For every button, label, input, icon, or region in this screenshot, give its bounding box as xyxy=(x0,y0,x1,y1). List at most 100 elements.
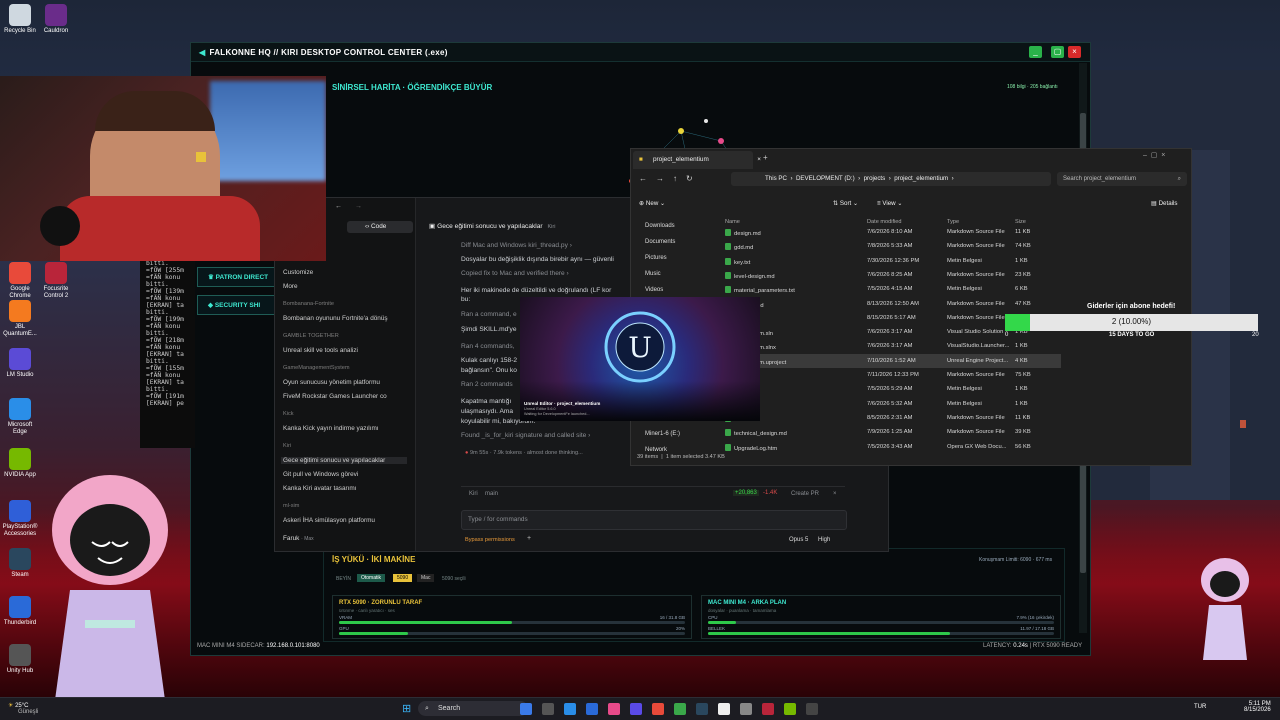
taskbar-app-icon[interactable] xyxy=(564,703,576,715)
close-button[interactable]: × xyxy=(1068,46,1081,58)
taskbar-app-icon[interactable] xyxy=(806,703,818,715)
taskbar-app-icon[interactable] xyxy=(718,703,730,715)
address-bar[interactable]: This PC › DEVELOPMENT (D:) › projects › … xyxy=(731,172,1051,186)
desktop-icon[interactable]: Focusrite Control 2 xyxy=(36,262,76,300)
window-controls[interactable]: – ▢ × xyxy=(1143,151,1165,159)
desktop-icon-label: Microsoft Edge xyxy=(7,422,33,435)
taskbar-app-icon[interactable] xyxy=(586,703,598,715)
patron-direct-button[interactable]: ♛ PATRON DIRECT xyxy=(197,267,279,287)
file-row[interactable]: .md7/11/2026 12:33 PMMarkdown Source Fil… xyxy=(721,368,1061,382)
taskbar-app-icon[interactable] xyxy=(652,703,664,715)
file-row[interactable]: search.txt7/5/2026 5:29 AMMetin Belgesi1… xyxy=(721,382,1061,396)
file-name: UpgradeLog.htm xyxy=(725,443,777,452)
taskbar-app-icon[interactable] xyxy=(520,703,532,715)
weather-widget[interactable]: ☀ 25°C Güneşli xyxy=(8,702,38,715)
search-box[interactable]: Search project_elementium ⌕ xyxy=(1057,172,1187,186)
model-selector[interactable]: Opus 5 xyxy=(789,537,808,543)
tool-step-line[interactable]: Copied fix to Mac and verified there › xyxy=(461,270,569,277)
tool-step-line[interactable]: Ran a command, e xyxy=(461,311,517,318)
file-row[interactable]: .txt7/6/2026 5:32 AMMetin Belgesi1 KB xyxy=(721,397,1061,411)
effort-selector[interactable]: High xyxy=(818,537,830,543)
taskbar-app-icon[interactable] xyxy=(784,703,796,715)
desktop-icon[interactable]: Cauldron xyxy=(36,4,76,35)
sidebar-item[interactable]: Askeri İHA simülasyon platformu xyxy=(283,517,375,524)
sidebar-item[interactable]: More xyxy=(283,283,298,290)
file-row[interactable]: level-design.md 7/6/2026 8:25 AM Markdown … xyxy=(721,268,1061,282)
taskbar-app-icon[interactable] xyxy=(696,703,708,715)
create-pr-button[interactable]: Create PR xyxy=(791,491,819,497)
file-row[interactable]: UpgradeLog.htm 7/5/2026 3:43 AM Opera GX W… xyxy=(721,440,1061,454)
sidebar-item[interactable]: Kanka Kick yayın indirme yazılımı xyxy=(283,425,379,432)
sort-button[interactable]: ⇅ Sort ⌄ xyxy=(833,200,858,207)
close-tab-icon[interactable]: × xyxy=(757,151,761,169)
view-button[interactable]: ≡ View ⌄ xyxy=(877,200,903,207)
desktop-icon[interactable]: JBL QuantumE... xyxy=(0,300,40,338)
file-row[interactable]: .md8/5/2026 2:31 AMMarkdown Source File1… xyxy=(721,411,1061,425)
desktop-icon[interactable]: Google Chrome xyxy=(0,262,40,300)
file-row[interactable]: elementium.uproject 7/10/2026 1:52 AM Unre… xyxy=(721,353,1061,368)
tab-code[interactable]: ‹› Code xyxy=(347,221,413,233)
file-row[interactable]: technical_design.md 7/9/2026 1:25 AM Markd… xyxy=(721,425,1061,439)
file-row[interactable]: design.md 7/6/2026 8:10 AM Markdown Source… xyxy=(721,225,1061,239)
clock[interactable]: 5:11 PM 8/15/2026 xyxy=(1244,701,1271,713)
nav-item[interactable]: Documents xyxy=(645,239,675,245)
minimize-button[interactable]: _ xyxy=(1029,46,1042,58)
taskbar-app-icon[interactable] xyxy=(762,703,774,715)
gpu-bar xyxy=(339,632,685,635)
file-row[interactable]: gdd.md 7/8/2026 5:33 AM Markdown Source Fi… xyxy=(721,239,1061,253)
taskbar-search[interactable]: ⌕ Search xyxy=(418,701,528,716)
close-branch-icon[interactable]: × xyxy=(833,491,837,497)
app-icon xyxy=(9,500,31,522)
filter-5090[interactable]: 5090 xyxy=(393,574,413,582)
sidebar-item[interactable]: Bombanan oyununu Fortnite'a dönüş xyxy=(283,315,388,322)
window-titlebar[interactable]: ◀ FALKONNE HQ // KIRI DESKTOP CONTROL CE… xyxy=(191,43,1090,62)
back-icon[interactable]: ← xyxy=(335,203,342,210)
sidebar-item[interactable]: Unreal skill ve tools analizi xyxy=(283,347,358,354)
command-input[interactable]: Type / for commands xyxy=(461,510,847,530)
file-size: 74 KB xyxy=(1015,243,1031,250)
sidebar-item[interactable]: Oyun sunucusu yönetim platformu xyxy=(283,379,380,386)
tool-step-line[interactable]: Ran 4 commands, xyxy=(461,343,515,350)
sidebar-item[interactable]: FiveM Rockstar Games Launcher co xyxy=(283,393,387,400)
taskbar-app-icon[interactable] xyxy=(674,703,686,715)
security-shield-button[interactable]: ◆ SECURITY SHI xyxy=(197,295,279,315)
details-button[interactable]: ▤ Details xyxy=(1151,200,1178,207)
maximize-button[interactable]: ▢ xyxy=(1051,46,1064,58)
user-profile[interactable]: Faruk · Max xyxy=(283,535,314,542)
nav-item[interactable]: Miner1-6 (E:) xyxy=(645,431,680,437)
nav-item[interactable]: Downloads xyxy=(645,223,675,229)
file-row[interactable]: material_parameters.txt 7/5/2026 4:15 AM M… xyxy=(721,282,1061,296)
tool-step-line[interactable]: Found _is_for_kiri signature and called … xyxy=(461,432,590,439)
new-button[interactable]: ⊕ New ⌄ xyxy=(639,200,665,207)
nav-item[interactable]: Music xyxy=(645,271,661,277)
nav-item[interactable]: Pictures xyxy=(645,255,667,261)
forward-icon[interactable]: → xyxy=(355,203,362,210)
filter-mac[interactable]: Mac xyxy=(417,574,435,582)
tool-step-line[interactable]: Diff Mac and Windows kiri_thread.py › xyxy=(461,242,572,249)
bypass-permissions-toggle[interactable]: Bypass permissions xyxy=(465,537,515,543)
taskbar-app-icon[interactable] xyxy=(608,703,620,715)
taskbar-app-icon[interactable] xyxy=(740,703,752,715)
nav-buttons[interactable]: ←→↑↻ xyxy=(639,174,702,183)
desktop-icon[interactable]: LM Studio xyxy=(0,348,40,379)
desktop-icon[interactable]: Microsoft Edge xyxy=(0,398,40,436)
assistant-message-line: Kulak canlıyı 158-2 xyxy=(461,357,518,364)
sidebar-item[interactable]: Customize xyxy=(283,269,313,276)
filter-otomatik[interactable]: Otomatik xyxy=(357,574,386,582)
taskbar-app-icon[interactable] xyxy=(542,703,554,715)
sidebar-item[interactable]: Git pull ve Windows görevi xyxy=(283,471,358,478)
desktop-icon[interactable]: Recycle Bin xyxy=(0,4,40,35)
start-button[interactable]: ⊞ xyxy=(402,702,411,715)
add-icon[interactable]: + xyxy=(527,535,531,542)
taskbar-app-icon[interactable] xyxy=(630,703,642,715)
new-tab-icon[interactable]: + xyxy=(763,153,768,162)
nav-item[interactable]: Videos xyxy=(645,287,663,293)
sidebar-item[interactable]: Gece eğitimi sonucu ve yapılacaklar xyxy=(281,457,407,464)
language-indicator[interactable]: TUR xyxy=(1194,704,1206,710)
sidebar-item[interactable]: Kanka Kiri avatar tasarımı xyxy=(283,485,357,492)
diff-removed: -1.4K xyxy=(763,490,778,496)
nav-item[interactable]: Network xyxy=(645,447,667,453)
explorer-tab[interactable]: ■ project_elementium × xyxy=(633,151,761,169)
file-row[interactable]: key.txt 7/30/2026 12:36 PM Metin Belgesi 1 … xyxy=(721,254,1061,268)
tool-step-line[interactable]: Ran 2 commands xyxy=(461,381,513,388)
